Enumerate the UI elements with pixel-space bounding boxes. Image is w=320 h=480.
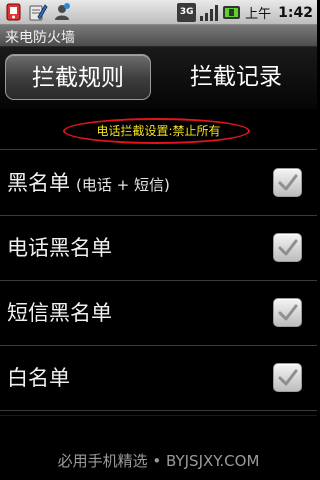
clock: 1:42 — [278, 4, 313, 21]
sms-blacklist-label: 短信黑名单 — [7, 301, 112, 325]
tab-bar: 拦截规则 拦截记录 — [0, 47, 317, 109]
notification-app-icon — [6, 3, 21, 21]
list-item-call-blacklist[interactable]: 电话黑名单 — [0, 216, 317, 281]
blacklist-checkbox[interactable] — [273, 168, 302, 197]
rule-list: 黑名单 (电话 + 短信) 电话黑名单 短信黑名单 白名单 — [0, 151, 317, 411]
list-item-label: 黑名单 (电话 + 短信) — [7, 151, 170, 215]
notification-user-icon — [55, 3, 70, 20]
check-icon — [278, 369, 298, 386]
status-bar: 3G 上午 1:42 — [0, 0, 317, 25]
signal-icon — [200, 5, 219, 21]
check-icon — [278, 239, 298, 256]
notification-icons — [4, 2, 72, 23]
call-blacklist-checkbox[interactable] — [273, 233, 302, 262]
app-screen: 3G 上午 1:42 来电防火墙 拦截规则 拦截记录 电话拦截设置:禁止所有 黑… — [0, 0, 317, 480]
system-status: 3G 上午 1:42 — [177, 2, 313, 23]
blacklist-label: 黑名单 — [7, 171, 70, 195]
check-icon — [278, 174, 298, 191]
whitelist-label: 白名单 — [7, 366, 70, 390]
call-blacklist-label: 电话黑名单 — [7, 236, 112, 260]
banner-text: 电话拦截设置:禁止所有 — [96, 124, 221, 138]
block-setting-banner[interactable]: 电话拦截设置:禁止所有 — [0, 109, 317, 150]
title-bar: 来电防火墙 — [0, 25, 317, 47]
network-type: 3G — [177, 3, 197, 22]
watermark-text: 必用手机精选 • BYJSJXY.COM — [57, 452, 260, 470]
list-item-sms-blacklist[interactable]: 短信黑名单 — [0, 281, 317, 346]
list-item-whitelist[interactable]: 白名单 — [0, 346, 317, 411]
whitelist-checkbox[interactable] — [273, 363, 302, 392]
list-item-blacklist[interactable]: 黑名单 (电话 + 短信) — [0, 151, 317, 216]
check-icon — [278, 304, 298, 321]
time-period: 上午 — [245, 7, 272, 22]
sms-blacklist-checkbox[interactable] — [273, 298, 302, 327]
notification-edit-icon — [29, 4, 48, 21]
tab-rules[interactable]: 拦截规则 — [5, 54, 151, 100]
app-title: 来电防火墙 — [5, 30, 75, 46]
footer: 必用手机精选 • BYJSJXY.COM — [0, 415, 317, 480]
blacklist-sublabel: (电话 + 短信) — [76, 176, 170, 194]
battery-icon — [223, 6, 241, 19]
tab-records[interactable]: 拦截记录 — [163, 54, 309, 100]
